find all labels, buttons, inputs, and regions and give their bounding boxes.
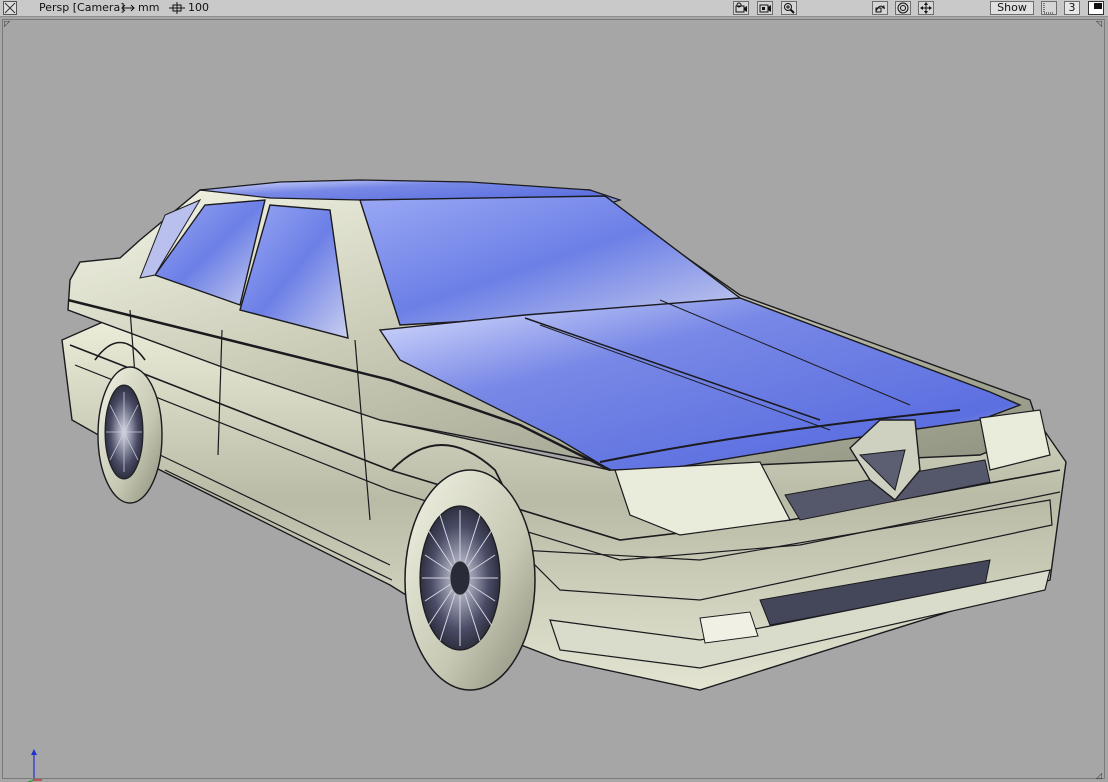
show-menu-button[interactable]: Show xyxy=(990,1,1034,15)
axis-gizmo xyxy=(26,749,42,782)
move-arrows-button[interactable] xyxy=(918,1,934,15)
move-arrows-icon xyxy=(920,2,932,14)
car-model xyxy=(61,179,1067,691)
maximize-viewport-button[interactable] xyxy=(1088,1,1104,15)
camera-button[interactable] xyxy=(733,1,749,15)
layout-number-field[interactable]: 3 xyxy=(1064,1,1080,15)
zoom-button[interactable] xyxy=(781,1,797,15)
layout-button[interactable] xyxy=(1041,1,1057,15)
film-camera-button[interactable] xyxy=(757,1,773,15)
close-icon xyxy=(4,2,16,14)
close-viewport-button[interactable] xyxy=(3,1,17,15)
view-name-label[interactable]: Persp [Camera] xyxy=(39,0,125,16)
perspective-viewport[interactable] xyxy=(0,17,1108,782)
viewport-toolbar: Persp [Camera] mm 100 Show 3 xyxy=(0,0,1108,17)
tumble-button[interactable] xyxy=(872,1,888,15)
modeling-window: Persp [Camera] mm 100 Show 3 ◸ ◹ ◿ xyxy=(0,0,1108,782)
resize-corner-bottom-right[interactable]: ◿ xyxy=(1096,772,1104,780)
double-arrow-icon xyxy=(120,0,136,16)
sphere-button[interactable] xyxy=(895,1,911,15)
resize-corner-top-left[interactable]: ◸ xyxy=(4,20,12,28)
units-label[interactable]: mm xyxy=(138,0,159,16)
layout-icon xyxy=(1043,3,1054,14)
grid-crosshair-icon xyxy=(168,0,186,16)
film-camera-icon xyxy=(759,4,771,13)
grid-size-value[interactable]: 100 xyxy=(188,0,209,16)
resize-corner-top-right[interactable]: ◹ xyxy=(1096,20,1104,28)
zoom-icon xyxy=(784,3,795,14)
camera-icon xyxy=(735,2,747,13)
sphere-icon xyxy=(897,2,909,14)
tumble-icon xyxy=(875,5,885,13)
